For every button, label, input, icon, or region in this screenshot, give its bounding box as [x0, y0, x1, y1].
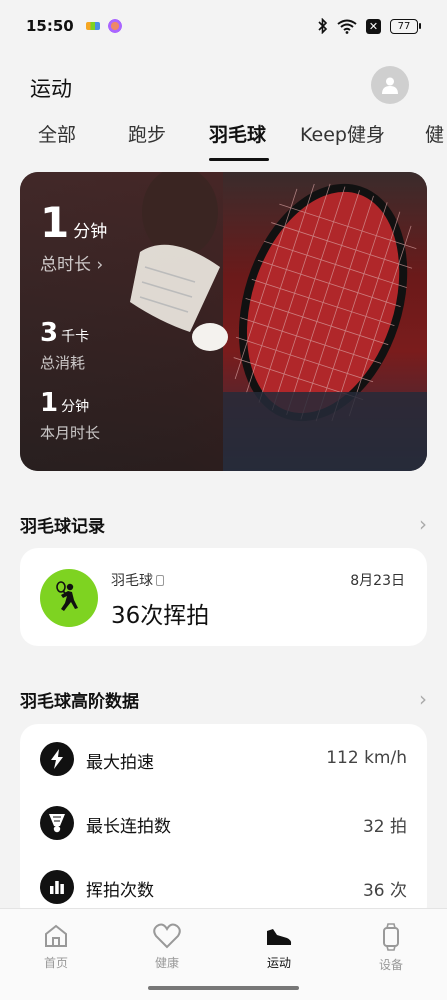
- month-time-label: 本月时长: [40, 424, 101, 442]
- month-time-value: 1: [40, 388, 59, 418]
- total-time-value: 1: [40, 198, 70, 247]
- summary-hero-card: 1 分钟 总时长 › 3 千卡 总消耗 1 分钟 本月时长: [20, 172, 427, 471]
- battery-icon: 77: [390, 18, 421, 34]
- home-indicator[interactable]: [148, 986, 299, 990]
- no-sim-icon: ✕: [366, 18, 381, 34]
- records-section-title: 羽毛球记录: [20, 516, 105, 537]
- shuttlecock-icon: [40, 806, 74, 840]
- user-icon: [382, 77, 398, 94]
- app-header: 运动: [0, 62, 447, 114]
- battery-level: 77: [390, 18, 418, 34]
- wifi-icon: [337, 19, 357, 34]
- nav-home-label: 首页: [43, 956, 68, 970]
- metric-value: 32 拍: [362, 817, 407, 837]
- status-time: 15:50: [26, 17, 74, 35]
- nav-devices[interactable]: 设备: [356, 923, 426, 973]
- status-bar: 15:50 ✕ 77: [0, 0, 447, 52]
- avatar[interactable]: [371, 66, 409, 104]
- metric-label: 最长连拍数: [86, 817, 171, 837]
- total-time-stat[interactable]: 1 分钟 总时长 ›: [40, 202, 108, 276]
- total-time-unit: 分钟: [73, 222, 108, 242]
- bluetooth-icon: [318, 18, 328, 34]
- chevron-right-icon: ›: [419, 687, 427, 711]
- watch-icon: [383, 923, 399, 951]
- chevron-right-icon: ›: [419, 512, 427, 536]
- chevron-right-icon: ›: [96, 255, 104, 275]
- advanced-section-title: 羽毛球高阶数据: [20, 691, 139, 712]
- app-notification-icon-2: [107, 19, 122, 33]
- heart-icon: [153, 923, 181, 949]
- record-date: 8月23日: [350, 573, 405, 589]
- total-time-label: 总时长: [40, 255, 91, 275]
- record-sport-label: 羽毛球: [111, 573, 153, 589]
- metric-value: 112 km/h: [326, 748, 407, 768]
- calories-stat: 3 千卡 总消耗: [40, 320, 89, 373]
- status-icons: ✕ 77: [318, 18, 421, 34]
- advanced-section-header[interactable]: 羽毛球高阶数据 ›: [20, 684, 427, 714]
- home-icon: [45, 924, 67, 947]
- shoe-icon: [267, 929, 292, 945]
- tab-all[interactable]: 全部: [38, 120, 76, 147]
- metric-label: 最大拍速: [86, 753, 154, 773]
- advanced-data-card[interactable]: 最大拍速 112 km/h 最长连拍数 32 拍 挥拍次数 36 次: [20, 724, 427, 924]
- calories-label: 总消耗: [40, 354, 86, 372]
- metric-row: 最长连拍数 32 拍: [20, 794, 427, 854]
- metric-row: 最大拍速 112 km/h: [20, 730, 427, 790]
- records-section-header[interactable]: 羽毛球记录 ›: [20, 509, 427, 539]
- nav-exercise-label: 运动: [266, 956, 291, 970]
- month-time-unit: 分钟: [61, 399, 90, 415]
- lightning-icon: [40, 742, 74, 776]
- record-card[interactable]: 羽毛球 8月23日 36次挥拍: [20, 548, 427, 646]
- tab-running[interactable]: 跑步: [128, 120, 166, 147]
- tab-more[interactable]: 健: [425, 120, 444, 147]
- nav-home[interactable]: 首页: [21, 923, 91, 971]
- metric-value: 36 次: [362, 881, 407, 901]
- bar-chart-icon: [40, 870, 74, 904]
- month-time-stat: 1 分钟 本月时长: [40, 390, 100, 443]
- calories-unit: 千卡: [61, 329, 90, 345]
- badminton-player-icon: [40, 569, 98, 627]
- nav-health[interactable]: 健康: [132, 923, 202, 971]
- watch-icon: [156, 574, 164, 586]
- tab-active-indicator: [209, 158, 269, 161]
- tab-badminton[interactable]: 羽毛球: [209, 120, 266, 147]
- nav-health-label: 健康: [154, 956, 179, 970]
- tab-keep-fitness[interactable]: Keep健身: [300, 120, 385, 147]
- page-title: 运动: [30, 77, 72, 101]
- app-notification-icon: [85, 22, 100, 30]
- sport-tabs: 全部 跑步 羽毛球 Keep健身 健: [0, 112, 447, 164]
- nav-exercise[interactable]: 运动: [244, 923, 314, 971]
- record-swings: 36次挥拍: [111, 603, 210, 629]
- metric-label: 挥拍次数: [86, 881, 154, 901]
- nav-devices-label: 设备: [378, 958, 403, 972]
- calories-value: 3: [40, 318, 59, 348]
